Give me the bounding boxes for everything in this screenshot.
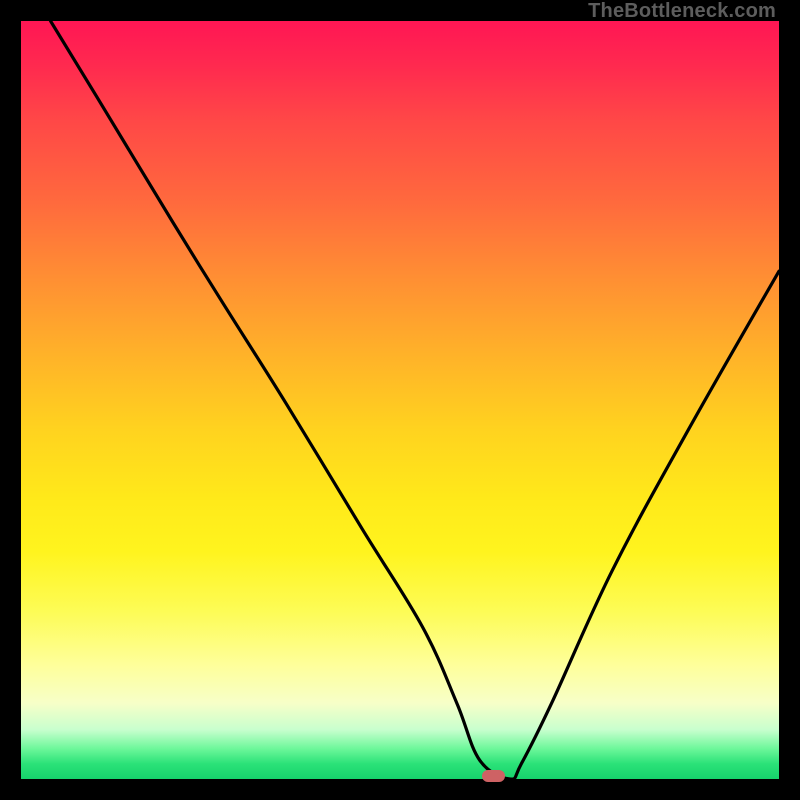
chart-frame: TheBottleneck.com [0, 0, 800, 800]
minimum-marker [482, 770, 505, 782]
watermark-text: TheBottleneck.com [588, 0, 776, 23]
plot-area [21, 21, 779, 779]
bottleneck-curve [21, 21, 779, 779]
